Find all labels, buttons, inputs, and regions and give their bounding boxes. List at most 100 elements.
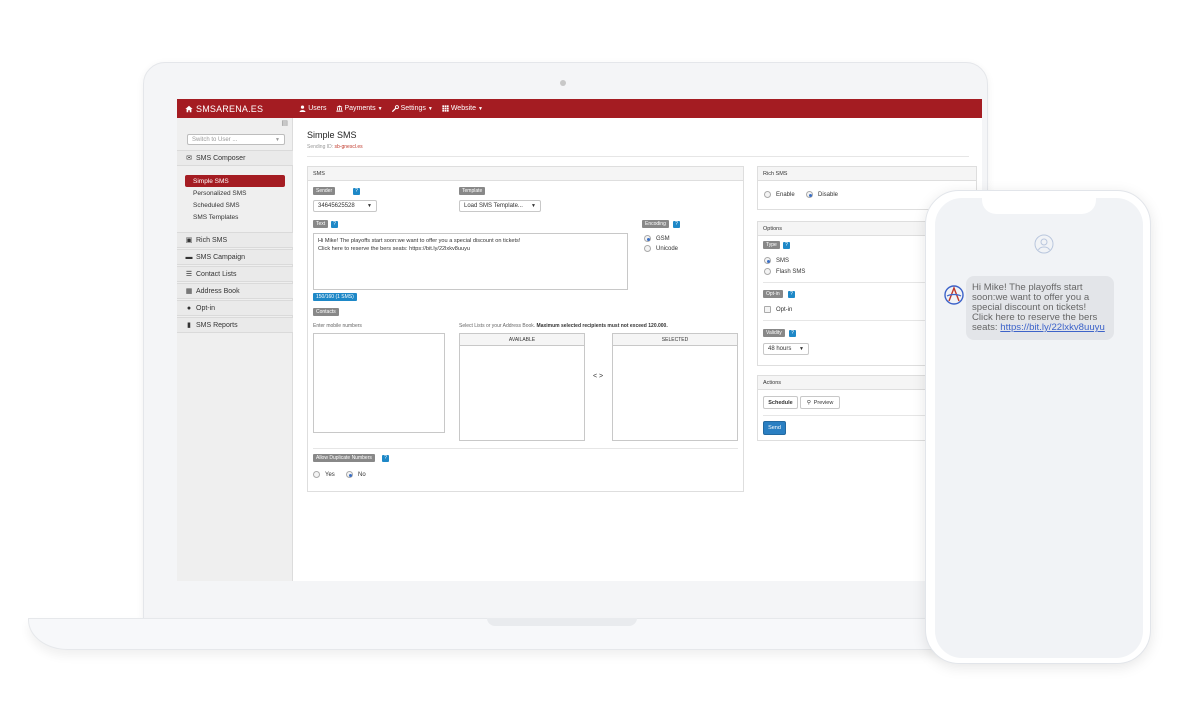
validity-select[interactable]: 48 hours ▼ [763,343,809,355]
sidebar-item-label: SMS Reports [196,321,238,329]
encoding-option-unicode[interactable]: Unicode [644,245,678,252]
validity-label-text: Validity [766,330,782,336]
encoding-option-gsm[interactable]: GSM [644,235,670,242]
schedule-button[interactable]: Schedule [763,396,798,409]
radio-selected-icon [806,191,813,198]
nav-users-label: Users [308,105,327,112]
sender-value: 34645625528 [318,203,355,209]
duplicates-no-label: No [358,471,366,478]
message-line-2: Click here to reserve the bers seats: ht… [318,246,471,252]
nav-settings[interactable]: Settings ▼ [391,105,433,112]
preview-label: Preview [813,399,834,406]
nav-website[interactable]: Website ▼ [442,105,483,112]
type-help-icon[interactable]: ? [783,242,790,249]
sending-id-value: sb-gnescl.es [334,144,363,150]
character-counter-text: 150/160 (1 SMS) [316,294,354,300]
duplicates-yes-label: Yes [325,471,335,478]
sidebar-item-sms-campaign[interactable]: ▬ SMS Campaign [177,249,293,265]
character-counter: 150/160 (1 SMS) [313,293,357,301]
sidebar-subitem-personalized-sms[interactable]: Personalized SMS [185,187,285,199]
switch-user-select[interactable]: Switch to User ... ▼ [187,134,285,145]
optin-checkbox[interactable]: Opt-in [764,306,792,313]
caret-down-icon: ▼ [799,346,804,352]
caret-down-icon: ▼ [427,105,433,112]
preview-button[interactable]: ⚲ Preview [800,396,840,409]
sidebar-subitem-label: SMS Templates [193,213,239,221]
caret-down-icon: ▼ [478,105,483,112]
text-help-icon[interactable]: ? [331,221,338,228]
mobile-numbers-textarea[interactable] [313,333,445,433]
brand-name: SMSARENA.ES [196,103,264,114]
available-list-header: AVAILABLE [460,334,584,346]
switch-user-label: Switch to User ... [192,136,238,143]
validity-label: Validity [763,329,785,337]
validity-help-icon[interactable]: ? [789,330,796,337]
template-label: Template [459,187,486,195]
caret-down-icon: ▼ [367,203,372,209]
rich-option-disable[interactable]: Disable [806,191,838,198]
sms-message-link[interactable]: https://bit.ly/22lxkv8uuyu [1000,322,1105,333]
user-icon [299,105,306,112]
contacts-label: Contacts [313,308,339,316]
sidebar-subitem-sms-templates[interactable]: SMS Templates [185,211,285,223]
sms-panel: SMS Sender ? 34645625528 ▼ Template Load… [307,166,744,492]
phone-frame: Hi Mike! The playoffs start soon:we want… [925,190,1151,664]
list-icon: ☰ [185,271,193,278]
top-navbar: SMSARENA.ES Users Payments ▼ Settings ▼ … [177,99,982,118]
radio-icon [764,268,771,275]
type-option-sms[interactable]: SMS [764,257,789,264]
sidebar-item-contact-lists[interactable]: ☰ Contact Lists [177,266,293,282]
sidebar-item-label: Opt-in [196,304,216,312]
sidebar-subitem-label: Scheduled SMS [193,201,240,209]
sidebar-item-address-book[interactable]: ▦ Address Book [177,283,293,299]
sidebar-item-opt-in[interactable]: ● Opt-in [177,300,293,316]
bank-icon [335,105,343,112]
schedule-label: Schedule [768,399,793,406]
template-select[interactable]: Load SMS Template... ▼ [459,200,541,212]
type-label-text: Type [766,242,777,248]
selected-list[interactable]: SELECTED [612,333,738,441]
message-textarea[interactable]: Hi Mike! The playoffs start soon:we want… [313,233,628,290]
message-line-1: Hi Mike! The playoffs start soon:we want… [318,238,521,244]
type-option-flash[interactable]: Flash SMS [764,268,805,275]
sidebar-item-rich-sms[interactable]: ▣ Rich SMS [177,232,293,248]
optin-help-icon[interactable]: ? [788,291,795,298]
transfer-arrows-icon[interactable]: < > [593,373,603,380]
sidebar-item-sms-composer[interactable]: ✉ SMS Composer [177,150,293,166]
sms-panel-heading: SMS [308,167,743,181]
radio-icon [764,191,771,198]
phone-screen: Hi Mike! The playoffs start soon:we want… [935,198,1143,658]
available-list[interactable]: AVAILABLE [459,333,585,441]
laptop-camera [560,80,566,86]
type-sms-label: SMS [776,257,790,264]
grid-icon [442,105,449,112]
sender-help-icon[interactable]: ? [353,188,360,195]
laptop-screen: SMSARENA.ES Users Payments ▼ Settings ▼ … [177,99,982,581]
sidebar-subitem-simple-sms[interactable]: Simple SMS [185,175,285,187]
duplicates-option-yes[interactable]: Yes [313,471,335,478]
nav-users[interactable]: Users [299,105,327,112]
envelope-icon: ✉ [186,155,192,162]
sidebar-subitem-scheduled-sms[interactable]: Scheduled SMS [185,199,285,211]
sms-message-bubble: Hi Mike! The playoffs start soon:we want… [966,276,1114,340]
nav-payments[interactable]: Payments ▼ [335,105,383,112]
sidebar-subitem-label: Simple SMS [193,177,229,185]
duplicates-option-no[interactable]: No [346,471,366,478]
phone-notch [982,198,1096,214]
validity-value: 48 hours [768,346,792,352]
image-icon: ▣ [185,237,193,244]
laptop-base-notch [487,618,637,626]
nav-settings-label: Settings [400,105,426,112]
encoding-help-icon[interactable]: ? [673,221,680,228]
send-button[interactable]: Send [763,421,786,435]
radio-selected-icon [764,257,771,264]
duplicates-help-icon[interactable]: ? [382,455,389,462]
sender-select[interactable]: 34645625528 ▼ [313,200,377,212]
select-lists-text: Select Lists or your Address Book. [459,323,536,329]
duplicates-label: Allow Duplicate Numbers [313,454,375,462]
sidebar-collapse-icon[interactable]: ▤ [281,119,288,127]
contacts-label-text: Contacts [316,309,336,315]
sidebar-item-sms-reports[interactable]: ▮ SMS Reports [177,317,293,333]
brand-link[interactable]: SMSARENA.ES [185,104,263,114]
rich-option-enable[interactable]: Enable [764,191,795,198]
